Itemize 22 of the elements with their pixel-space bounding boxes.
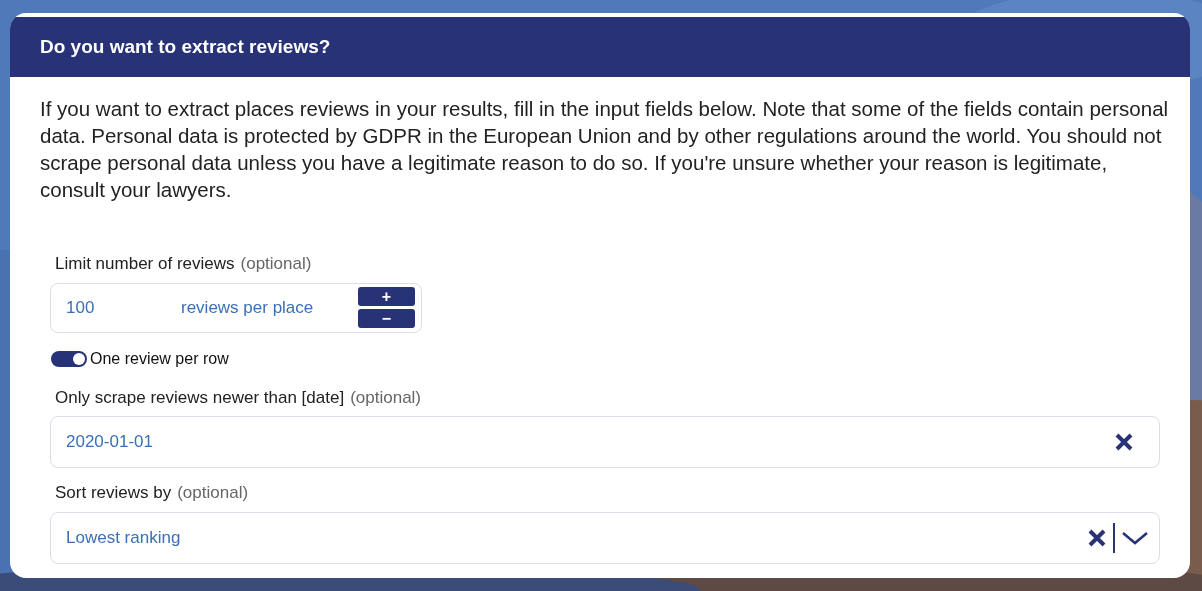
description: If you want to extract places reviews in your results, fill in the input fields below. Note that some of the fields contain personal data. Personal data is protected by GDPR in the European Union and by other regulations around the world. You should not scrape personal data unless you have a legitimate reason to do so. If you're unsure whether your reason is legitimate, consult your lawyers. (40, 96, 1170, 203)
optional-hint: (optional) (177, 482, 249, 504)
sort-value: Lowest ranking (66, 526, 182, 549)
chevron-down-icon[interactable] (1121, 529, 1149, 546)
increment-button[interactable]: + (358, 287, 415, 306)
decrement-button[interactable]: − (358, 309, 415, 328)
toggle-label: One review per row (90, 348, 229, 369)
field-label: Limit number of reviews (55, 253, 235, 275)
limit-value: 100 (66, 296, 96, 319)
optional-hint: (optional) (240, 253, 312, 275)
sort-select[interactable]: Lowest ranking (50, 511, 1160, 564)
unit-label: reviews per place (181, 296, 315, 319)
optional-hint: (optional) (350, 386, 422, 409)
date-value: 2020-01-01 (66, 431, 154, 454)
clear-icon[interactable] (1087, 527, 1107, 548)
field-label: Only scrape reviews newer than [date] (55, 386, 345, 409)
dialog-title: Do you want to extract reviews? (40, 34, 331, 59)
toggle-switch[interactable] (51, 350, 87, 367)
clear-icon[interactable] (1114, 432, 1134, 452)
date-field[interactable]: 2020-01-01 (50, 416, 1160, 468)
limit-field[interactable]: 100 reviews per place + − (50, 282, 422, 333)
field-label: Sort reviews by (55, 482, 172, 504)
